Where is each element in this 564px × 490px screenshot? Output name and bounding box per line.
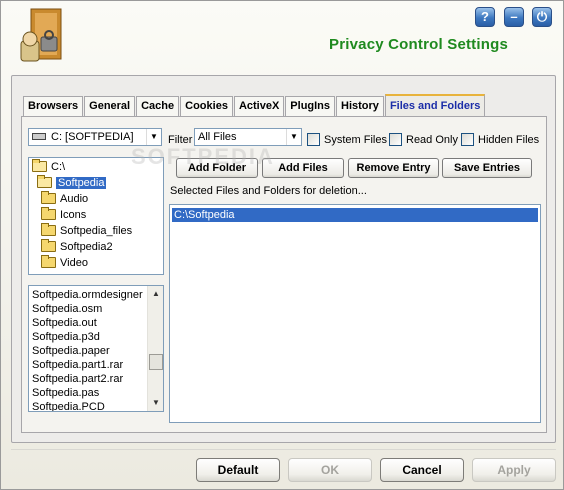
tab-history[interactable]: History (336, 96, 384, 116)
folder-icon (41, 254, 56, 268)
tab-activex[interactable]: ActiveX (233, 96, 285, 116)
open-folder-icon (37, 174, 52, 188)
tree-item[interactable]: C:\ (32, 158, 65, 175)
minimize-button[interactable]: – (504, 7, 524, 27)
tree-item[interactable]: Audio (41, 190, 88, 207)
selection-label: Selected Files and Folders for deletion.… (170, 185, 367, 197)
tab-cache[interactable]: Cache (136, 96, 180, 116)
tab-general[interactable]: General (84, 96, 136, 116)
power-icon: ⏻ (536, 9, 548, 24)
save-entries-button[interactable]: Save Entries (442, 158, 532, 178)
scroll-thumb[interactable] (149, 354, 163, 370)
read-only-label: Read Only (406, 134, 458, 146)
tab-plugins[interactable]: PlugIns (285, 96, 336, 116)
cancel-button[interactable]: Cancel (380, 458, 464, 482)
list-item[interactable]: Softpedia.p3d (29, 330, 163, 344)
read-only-checkbox[interactable] (389, 133, 402, 146)
filter-select[interactable]: All Files ▼ (194, 128, 302, 146)
add-folder-button[interactable]: Add Folder (176, 158, 258, 178)
help-button[interactable]: ? (475, 7, 495, 27)
filter-label: Filter (168, 134, 193, 146)
folder-tree[interactable]: C:\ Softpedia Audio Icons Softpedia_file… (28, 157, 164, 275)
list-item[interactable]: Softpedia.part2.rar (29, 372, 163, 386)
close-button[interactable]: ⏻ (532, 7, 552, 27)
drive-icon (32, 132, 46, 140)
chevron-down-icon[interactable]: ▼ (286, 129, 301, 145)
system-files-label: System Files (324, 134, 387, 146)
selected-entries-list[interactable]: C:\Softpedia (169, 204, 541, 423)
tab-strip: Browsers General Cache Cookies ActiveX P… (23, 94, 486, 116)
add-files-button[interactable]: Add Files (262, 158, 344, 178)
list-item[interactable]: C:\Softpedia (172, 208, 538, 222)
drive-select[interactable]: C: [SOFTPEDIA] ▼ (28, 128, 162, 146)
open-folder-icon (32, 158, 47, 172)
tab-files-and-folders[interactable]: Files and Folders (384, 94, 486, 116)
list-item[interactable]: Softpedia.paper (29, 344, 163, 358)
tree-item[interactable]: Softpedia2 (41, 238, 113, 255)
file-list[interactable]: Softpedia.ormdesigner Softpedia.osm Soft… (28, 285, 164, 412)
tab-browsers[interactable]: Browsers (23, 96, 84, 116)
privacy-control-window: Privacy Control Settings ? – ⏻ Browsers … (0, 0, 564, 490)
tab-cookies[interactable]: Cookies (180, 96, 233, 116)
folder-icon (41, 222, 56, 236)
list-item[interactable]: Softpedia.pas (29, 386, 163, 400)
ok-button[interactable]: OK (288, 458, 372, 482)
hidden-files-checkbox[interactable] (461, 133, 474, 146)
footer-divider (11, 449, 556, 450)
system-files-checkbox[interactable] (307, 133, 320, 146)
minimize-icon: – (510, 9, 518, 24)
scroll-up-icon[interactable]: ▲ (148, 286, 163, 302)
default-button[interactable]: Default (196, 458, 280, 482)
tree-item[interactable]: Icons (41, 206, 86, 223)
folder-icon (41, 206, 56, 220)
list-item[interactable]: Softpedia.ormdesigner (29, 288, 163, 302)
tree-item-selected[interactable]: Softpedia (37, 174, 107, 191)
list-item[interactable]: Softpedia.out (29, 316, 163, 330)
page-title: Privacy Control Settings (329, 36, 509, 53)
tree-item[interactable]: Video (41, 254, 88, 271)
list-item[interactable]: Softpedia.osm (29, 302, 163, 316)
folder-icon (41, 190, 56, 204)
scroll-down-icon[interactable]: ▼ (148, 395, 163, 411)
folder-icon (41, 238, 56, 252)
chevron-down-icon[interactable]: ▼ (146, 129, 161, 145)
remove-entry-button[interactable]: Remove Entry (348, 158, 439, 178)
file-list-scrollbar[interactable]: ▲ ▼ (147, 286, 163, 411)
list-item[interactable]: Softpedia.PCD (29, 400, 163, 411)
list-item[interactable]: Softpedia.part1.rar (29, 358, 163, 372)
apply-button[interactable]: Apply (472, 458, 556, 482)
filter-select-value: All Files (198, 131, 237, 143)
tree-item[interactable]: Softpedia_files (41, 222, 132, 239)
help-icon: ? (481, 9, 489, 24)
hidden-files-label: Hidden Files (478, 134, 540, 146)
privacy-app-icon (20, 8, 62, 62)
drive-select-value: C: [SOFTPEDIA] (51, 131, 134, 143)
